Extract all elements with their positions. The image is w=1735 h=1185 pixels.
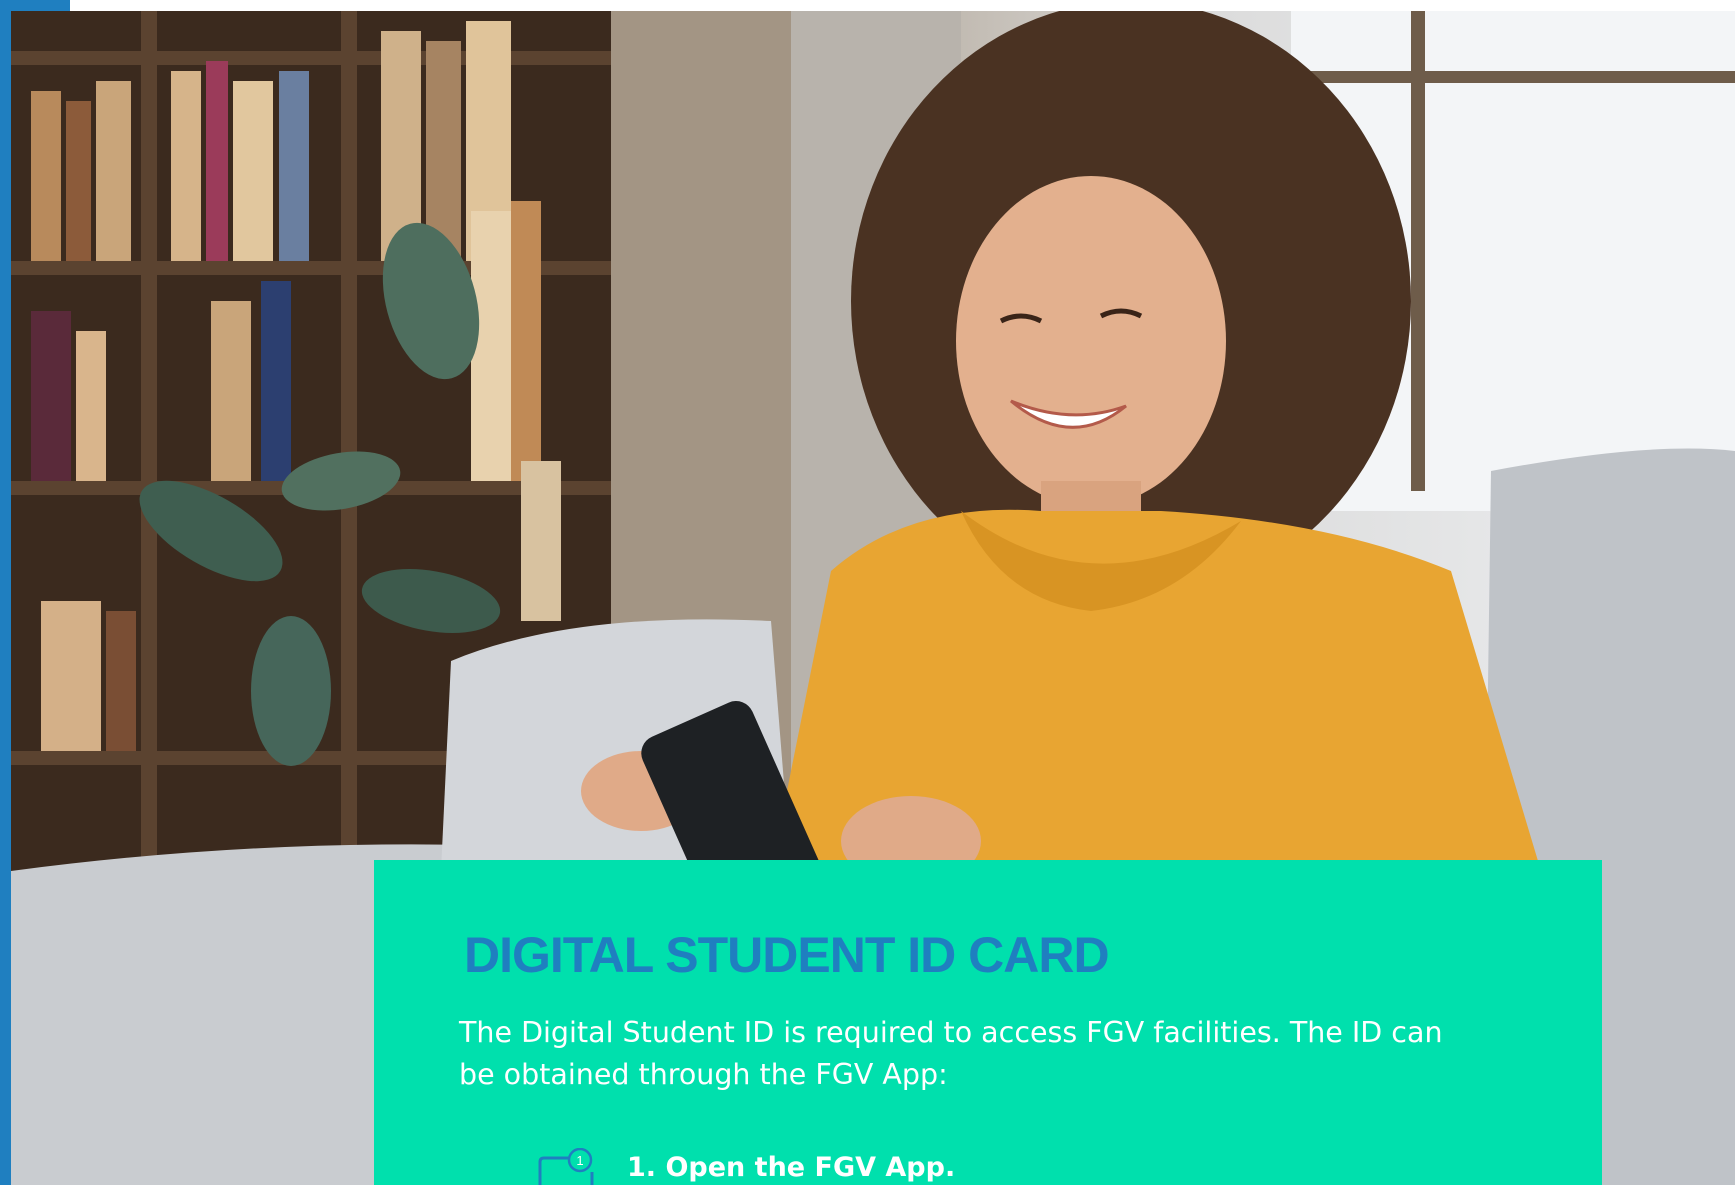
card-description-line-1: The Digital Student ID is required to ac… — [459, 1016, 1443, 1049]
card-description: The Digital Student ID is required to ac… — [459, 1012, 1539, 1096]
left-accent-bar — [0, 0, 11, 1185]
phone-step-icon: 1 — [538, 1148, 594, 1185]
step-label: 1. Open the FGV App. — [627, 1152, 956, 1183]
digital-id-card: DIGITAL STUDENT ID CARD The Digital Stud… — [374, 860, 1602, 1185]
card-title: DIGITAL STUDENT ID CARD — [464, 927, 1110, 983]
top-accent-tab — [0, 0, 70, 11]
step-number: 1 — [576, 1153, 583, 1168]
page: DIGITAL STUDENT ID CARD The Digital Stud… — [0, 0, 1735, 1185]
card-description-line-2: be obtained through the FGV App: — [459, 1058, 948, 1091]
